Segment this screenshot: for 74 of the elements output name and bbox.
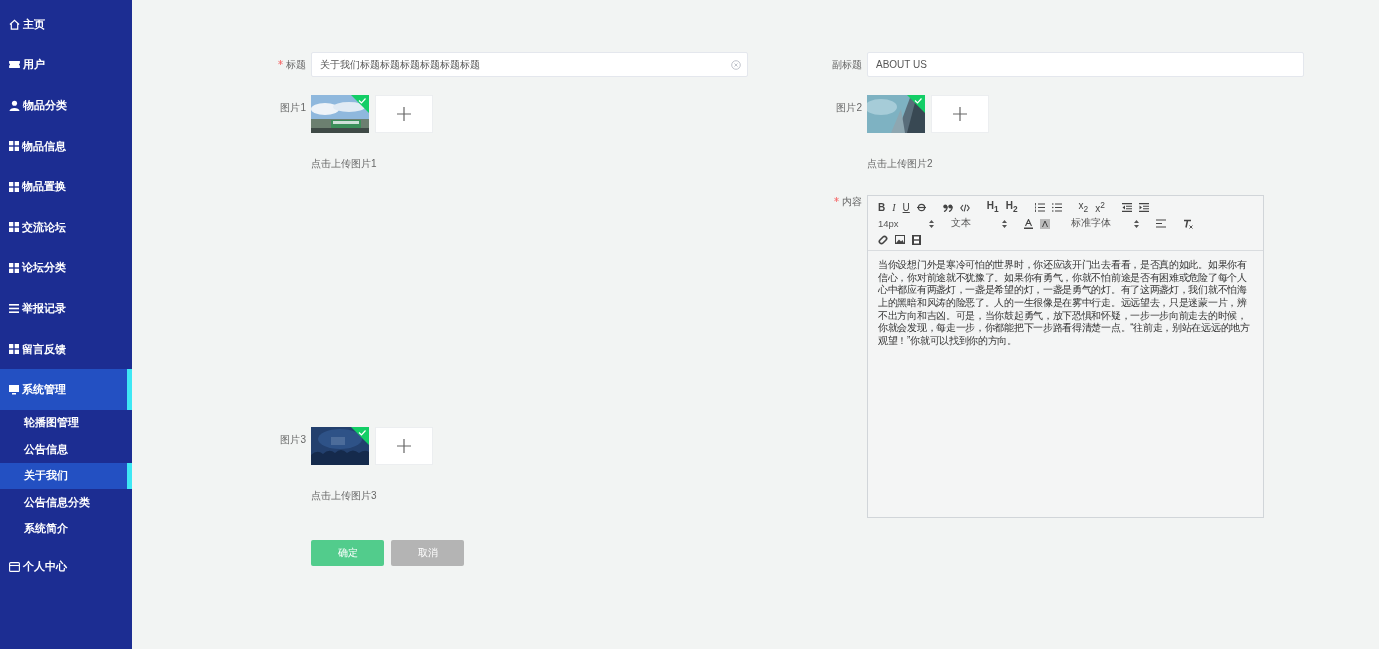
upload-hint: 点击上传图片1 — [311, 157, 378, 171]
submenu-item[interactable]: 系统简介 — [0, 515, 132, 543]
field-label: 内容 — [828, 195, 862, 209]
bold-button[interactable]: B — [878, 202, 886, 213]
header-select[interactable]: 文本 — [951, 217, 1017, 230]
caret-icon — [1002, 219, 1007, 228]
video-icon[interactable] — [912, 234, 921, 245]
menu-item[interactable]: 个人中心 — [0, 546, 132, 588]
italic-button[interactable]: I — [892, 202, 896, 213]
superscript-button[interactable]: x$^{2}$ — [1095, 200, 1105, 215]
font-select[interactable]: 标准字体 — [1071, 217, 1149, 230]
grid-icon — [9, 262, 19, 273]
user-icon — [9, 100, 20, 111]
outdent-icon[interactable] — [1121, 203, 1132, 212]
submenu-item[interactable]: 关于我们 — [0, 462, 132, 490]
card-icon — [9, 561, 20, 572]
text-color-icon[interactable] — [1024, 218, 1033, 229]
submenu-item[interactable]: 公告信息分类 — [0, 489, 132, 516]
monitor-icon — [9, 384, 19, 395]
subtitle-field[interactable]: ABOUT US — [867, 52, 1304, 77]
check-icon — [907, 95, 925, 113]
link-icon[interactable] — [878, 234, 888, 245]
field-label: 图片3 — [279, 433, 306, 447]
menu-item[interactable]: 系统管理 — [0, 369, 132, 410]
indent-icon[interactable] — [1138, 203, 1149, 212]
home-icon — [9, 18, 20, 30]
clear-format-icon[interactable] — [1183, 218, 1193, 229]
grid-icon — [9, 222, 19, 233]
menu-item[interactable]: 物品置换 — [0, 166, 132, 207]
ordered-list-icon[interactable] — [1034, 203, 1045, 212]
subscript-button[interactable]: x$_{2}$ — [1078, 201, 1089, 214]
align-icon[interactable] — [1156, 219, 1166, 228]
caret-icon — [1134, 219, 1139, 228]
plus-icon — [953, 107, 967, 121]
strikethrough-icon[interactable] — [916, 203, 926, 212]
underline-button[interactable]: U — [902, 202, 910, 213]
field-label: 副标题 — [831, 58, 862, 72]
menu-item[interactable]: 用户 — [0, 44, 132, 86]
grid-icon — [9, 344, 19, 355]
menu-item[interactable]: 主页 — [0, 4, 132, 45]
heading-button[interactable]: H$_{2}$ — [1005, 201, 1018, 214]
bullet-list-icon[interactable] — [1051, 203, 1062, 212]
menu-item[interactable]: 物品分类 — [0, 85, 132, 126]
menu-item[interactable]: 留言反馈 — [0, 328, 132, 370]
editor-text[interactable]: 当你设想门外是寒冷可怕的世界时，你还应该开门出去看看，是否真的如此。如果你有信心，你对前途就不犹豫了。如果你有勇气，你就不怕前途是否有困难或危险了每个人心中都应有两盏灯，一盏是希望的灯，一盏是勇气的灯。有了这两盏灯，我们就不怕海上的黑暗和风涛的险恶了。人的一生很像是在雾中行走。远远望去，只是迷蒙一片，辨不出方向和吉凶。可是，当你鼓起勇气，放下恐惧和怀疑，一步一步向前走去的时候，你就会发现，每走一步，你都能把下一步路看得清楚一点。“往前走，别站在远远的地方观望！”你就可以找到你的方向。 — [868, 251, 1263, 356]
submenu-item[interactable]: 轮播图管理 — [0, 409, 132, 437]
grid-icon — [9, 141, 19, 152]
check-icon — [351, 427, 369, 445]
plus-icon — [397, 439, 411, 453]
list-icon — [9, 303, 19, 313]
grid-icon — [9, 181, 19, 192]
upload-hint: 点击上传图片2 — [867, 157, 934, 171]
menu-item[interactable]: 物品信息 — [0, 125, 132, 167]
image-icon[interactable] — [895, 235, 905, 244]
heading-button[interactable]: H$_{1}$ — [986, 201, 999, 214]
menu-item[interactable]: 举报记录 — [0, 288, 132, 329]
field-label: 图片1 — [279, 101, 306, 115]
submenu-item[interactable]: 公告信息 — [0, 436, 132, 463]
code-icon[interactable] — [959, 203, 970, 212]
upload-hint: 点击上传图片3 — [311, 489, 378, 503]
menu-item[interactable]: 交流论坛 — [0, 206, 132, 248]
background-color-icon[interactable] — [1040, 218, 1050, 229]
plus-icon — [397, 107, 411, 121]
check-icon — [351, 95, 369, 113]
field-label: 图片2 — [835, 101, 862, 115]
required-icon — [278, 60, 284, 65]
ticket-icon — [9, 60, 20, 70]
field-label: 标题 — [272, 52, 306, 72]
title-field[interactable]: 关于我们标题标题标题标题标题标题 — [311, 52, 748, 77]
required-icon — [834, 197, 840, 202]
menu-item[interactable]: 论坛分类 — [0, 247, 132, 289]
font-size-select[interactable]: 14px — [878, 218, 944, 229]
quote-icon[interactable] — [942, 203, 953, 212]
caret-icon — [929, 219, 934, 228]
